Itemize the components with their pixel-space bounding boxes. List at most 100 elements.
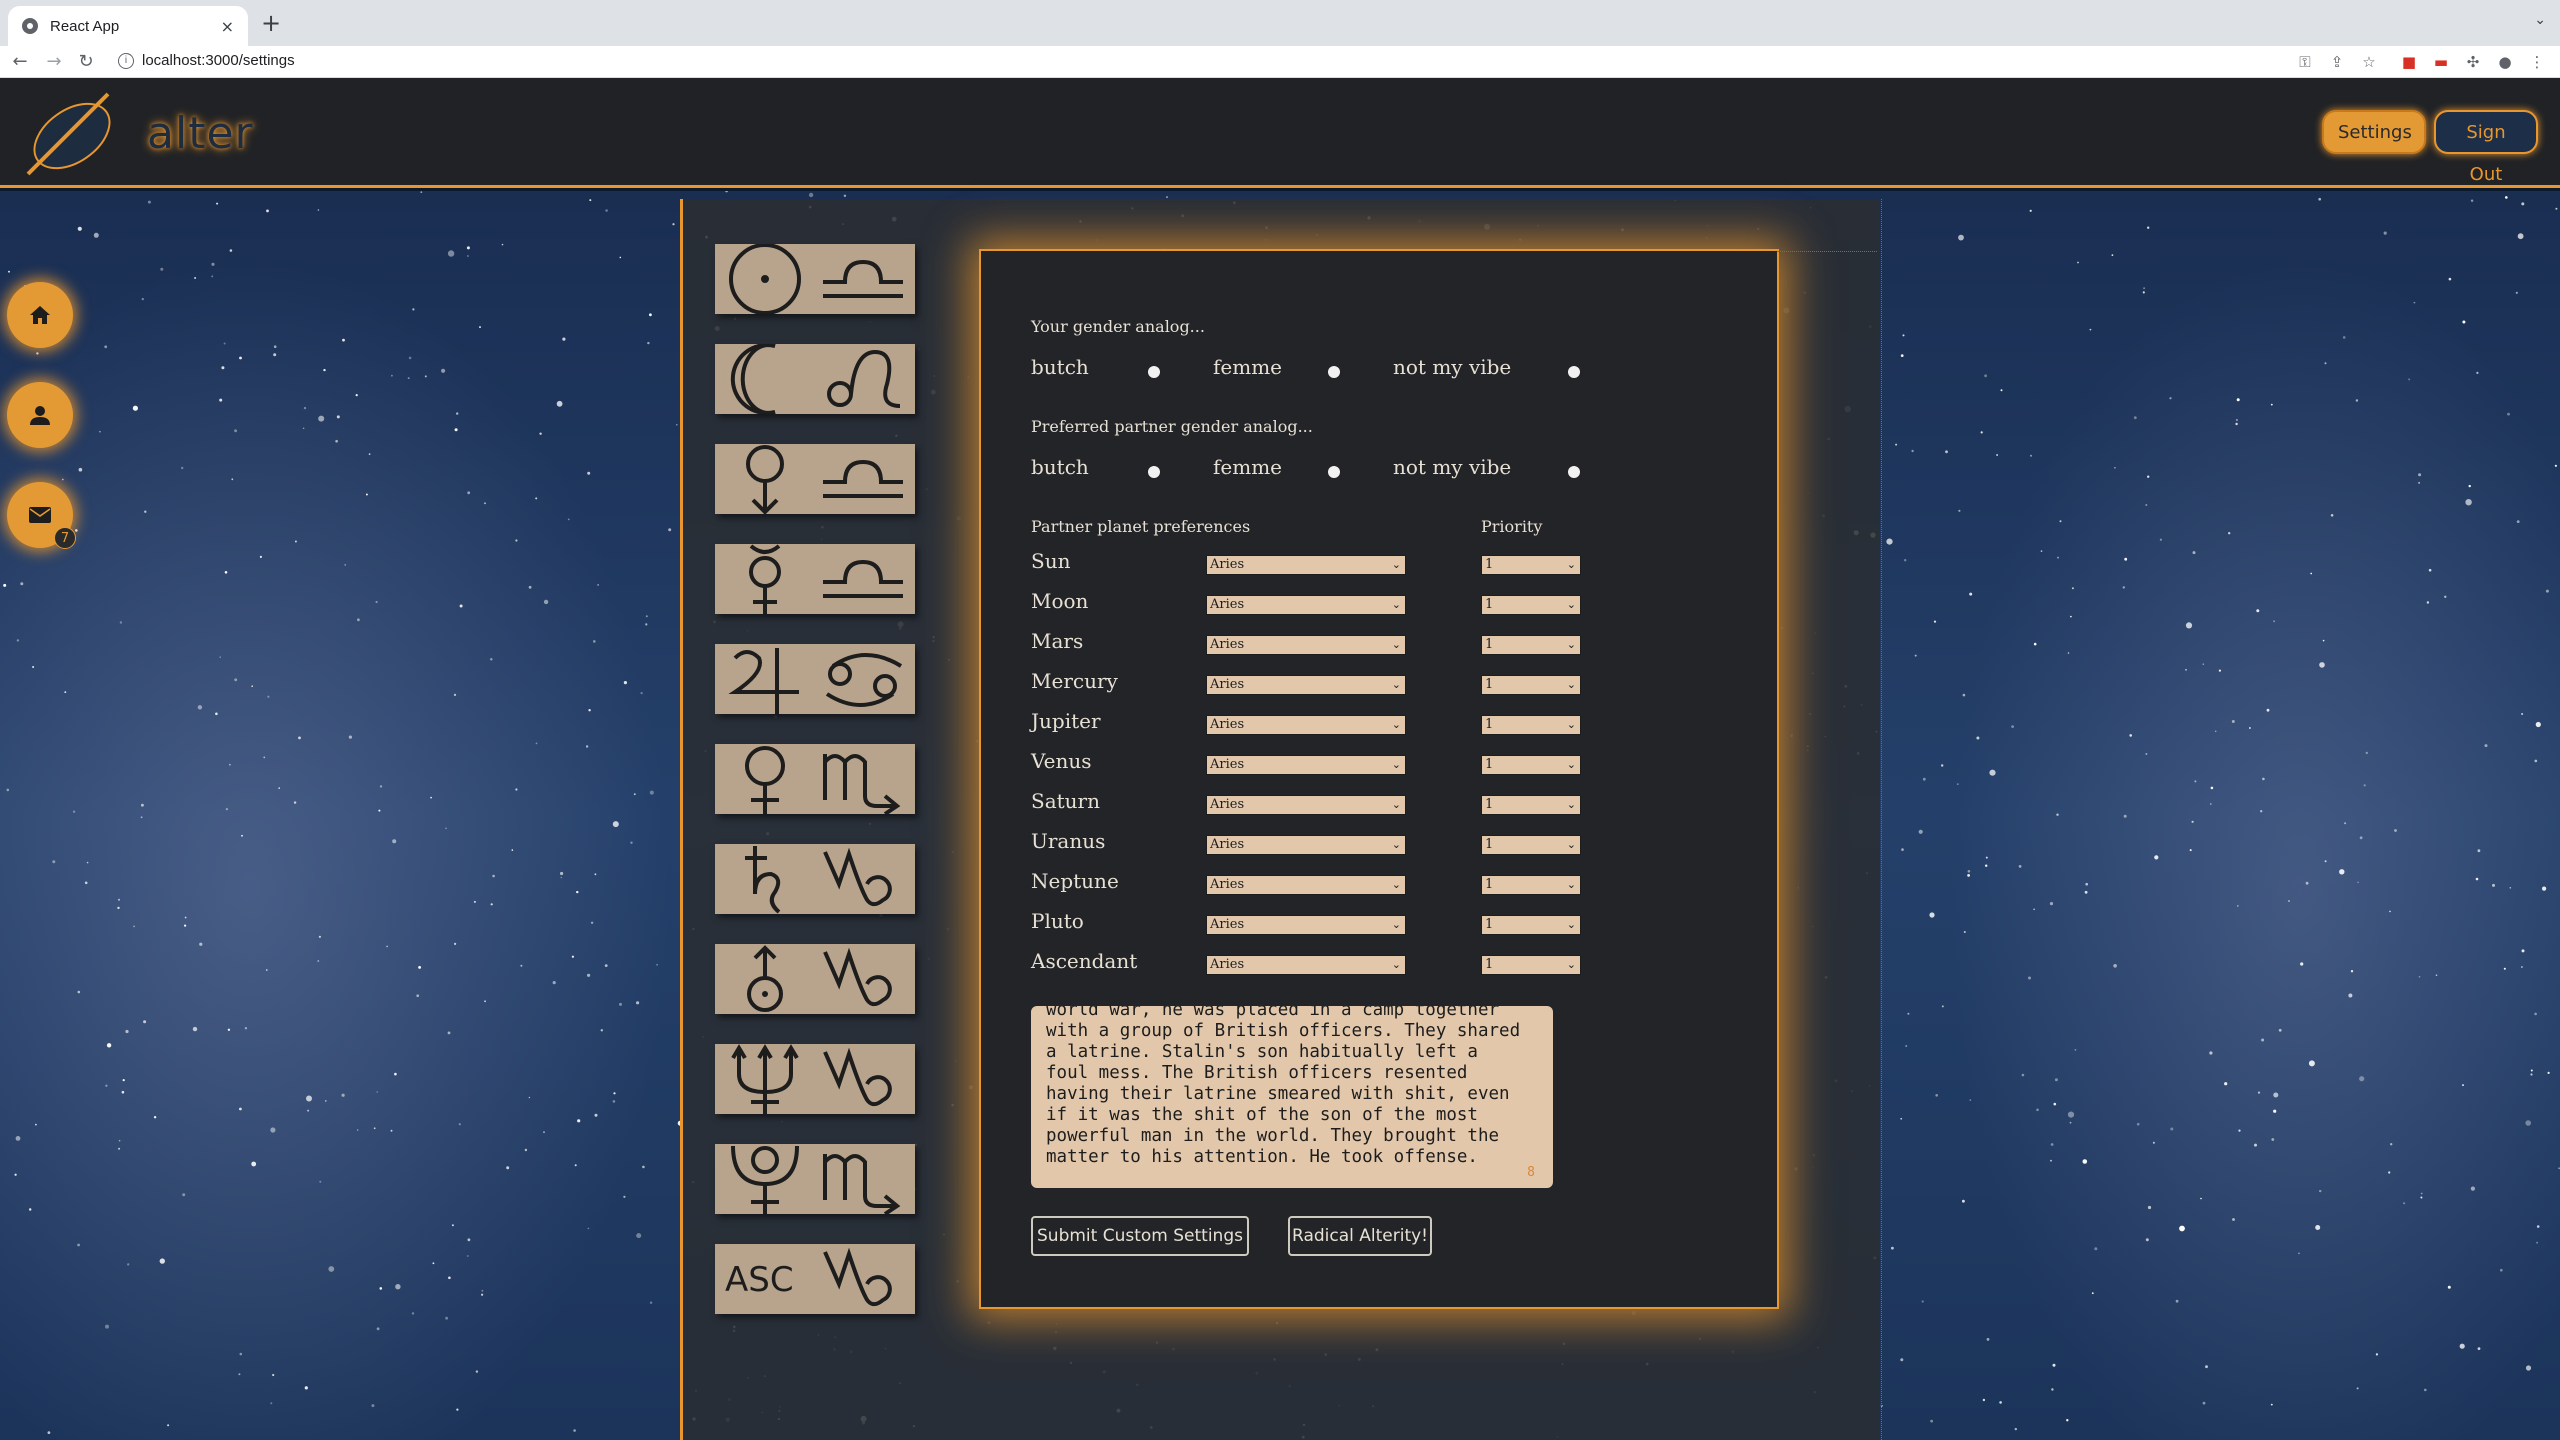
reload-button[interactable]: ↻ — [72, 48, 100, 76]
browser-menu-icon[interactable]: ⋮ — [2526, 51, 2548, 73]
priority-select-sun[interactable]: 1 ⌄ — [1481, 555, 1581, 575]
home-nav-button[interactable] — [7, 282, 73, 348]
priority-select-pluto[interactable]: 1 ⌄ — [1481, 915, 1581, 935]
priority-select-ascendant[interactable]: 1 ⌄ — [1481, 955, 1581, 975]
star — [15, 1136, 21, 1141]
star — [36, 352, 39, 355]
submit-custom-settings-button[interactable]: Submit Custom Settings — [1031, 1216, 1249, 1256]
star — [456, 412, 459, 415]
priority-select-mars[interactable]: 1 ⌄ — [1481, 635, 1581, 655]
address-bar[interactable]: localhost:3000/settings — [142, 52, 295, 69]
sign-select-uranus[interactable]: Aries ⌄ — [1206, 835, 1406, 855]
bio-textarea[interactable]: world war, he was placed in a camp toget… — [1031, 1006, 1553, 1188]
sign-select-mars[interactable]: Aries ⌄ — [1206, 635, 1406, 655]
profile-avatar-icon[interactable]: ● — [2494, 51, 2516, 73]
star — [357, 618, 360, 622]
sign-select-neptune[interactable]: Aries ⌄ — [1206, 875, 1406, 895]
site-info-icon[interactable]: i — [118, 53, 134, 69]
star — [649, 313, 652, 317]
sign-select-value: Aries — [1210, 837, 1245, 852]
star — [2305, 881, 2309, 885]
star — [2053, 1102, 2057, 1106]
star — [2235, 418, 2238, 422]
sign-select-pluto[interactable]: Aries ⌄ — [1206, 915, 1406, 935]
sign-select-mercury[interactable]: Aries ⌄ — [1206, 675, 1406, 695]
profile-nav-button[interactable] — [7, 382, 73, 448]
sign-select-venus[interactable]: Aries ⌄ — [1206, 755, 1406, 775]
chevron-down-icon: ⌄ — [1566, 838, 1576, 851]
gender-radio-femme[interactable] — [1328, 366, 1340, 378]
star — [552, 981, 556, 985]
star — [2278, 1028, 2282, 1032]
chevron-down-icon: ⌄ — [1566, 918, 1576, 931]
star — [99, 430, 101, 433]
star — [2077, 261, 2079, 264]
priority-select-saturn[interactable]: 1 ⌄ — [1481, 795, 1581, 815]
priority-select-mercury[interactable]: 1 ⌄ — [1481, 675, 1581, 695]
bookmark-star-icon[interactable]: ☆ — [2358, 51, 2380, 73]
star — [501, 243, 504, 246]
planet-label-mars: Mars — [1031, 629, 1084, 653]
star — [2256, 609, 2260, 613]
key-icon[interactable]: ⚿ — [2294, 51, 2316, 73]
share-icon[interactable]: ⇪ — [2326, 51, 2348, 73]
messages-nav-button[interactable]: 7 — [7, 482, 76, 549]
sign-select-saturn[interactable]: Aries ⌄ — [1206, 795, 1406, 815]
sign-select-ascendant[interactable]: Aries ⌄ — [1206, 955, 1406, 975]
sign-out-button[interactable]: Sign Out — [2434, 110, 2538, 185]
sign-select-sun[interactable]: Aries ⌄ — [1206, 555, 1406, 575]
gender-option-not-my-vibe-label: not my vibe — [1393, 355, 1512, 379]
sign-select-jupiter[interactable]: Aries ⌄ — [1206, 715, 1406, 735]
partner-radio-butch[interactable] — [1148, 466, 1160, 478]
gender-radio-butch[interactable] — [1148, 366, 1160, 378]
gender-prompt: Your gender analog... — [1031, 317, 1205, 336]
star — [407, 377, 410, 380]
star — [1976, 736, 1980, 740]
star — [6, 788, 10, 792]
back-button[interactable]: ← — [6, 48, 34, 76]
close-tab-icon[interactable]: × — [221, 17, 234, 36]
star — [199, 942, 203, 946]
star — [376, 1327, 380, 1331]
sun-in-libra-icon — [729, 244, 903, 314]
forward-button[interactable]: → — [40, 48, 68, 76]
browser-tab[interactable]: React App × — [8, 6, 248, 46]
star — [317, 960, 320, 962]
star — [355, 394, 358, 397]
priority-select-venus[interactable]: 1 ⌄ — [1481, 755, 1581, 775]
star — [2185, 622, 2193, 629]
tab-search-chevron-icon[interactable]: ⌄ — [2534, 12, 2546, 28]
star — [1958, 509, 1961, 512]
extension-red-icon[interactable]: ■ — [2398, 51, 2420, 73]
partner-radio-femme[interactable] — [1328, 466, 1340, 478]
star — [1935, 1094, 1938, 1097]
star — [587, 471, 591, 475]
partner-radio-not-my-vibe[interactable] — [1568, 466, 1580, 478]
star — [239, 1352, 243, 1356]
planet-label-saturn: Saturn — [1031, 789, 1100, 813]
extension-lastpass-icon[interactable]: ▬ — [2430, 51, 2452, 73]
star — [2383, 231, 2387, 235]
star — [386, 945, 388, 948]
star — [273, 353, 277, 357]
priority-select-uranus[interactable]: 1 ⌄ — [1481, 835, 1581, 855]
star — [585, 745, 589, 748]
star — [2447, 1285, 2451, 1289]
star — [2085, 882, 2088, 886]
star — [2468, 484, 2471, 488]
star — [1904, 559, 1907, 562]
extensions-puzzle-icon[interactable]: ✣ — [2462, 51, 2484, 73]
priority-select-jupiter[interactable]: 1 ⌄ — [1481, 715, 1581, 735]
star — [2209, 1051, 2213, 1055]
star — [2191, 820, 2194, 823]
sign-select-moon[interactable]: Aries ⌄ — [1206, 595, 1406, 615]
new-tab-button[interactable]: + — [258, 10, 284, 36]
star — [2359, 1076, 2365, 1082]
settings-button[interactable]: Settings — [2322, 110, 2426, 154]
gender-radio-not-my-vibe[interactable] — [1568, 366, 1580, 378]
radical-alterity-button[interactable]: Radical Alterity! — [1288, 1216, 1432, 1256]
alter-logo[interactable]: alter — [22, 88, 253, 178]
star — [447, 1031, 451, 1035]
priority-select-moon[interactable]: 1 ⌄ — [1481, 595, 1581, 615]
priority-select-neptune[interactable]: 1 ⌄ — [1481, 875, 1581, 895]
